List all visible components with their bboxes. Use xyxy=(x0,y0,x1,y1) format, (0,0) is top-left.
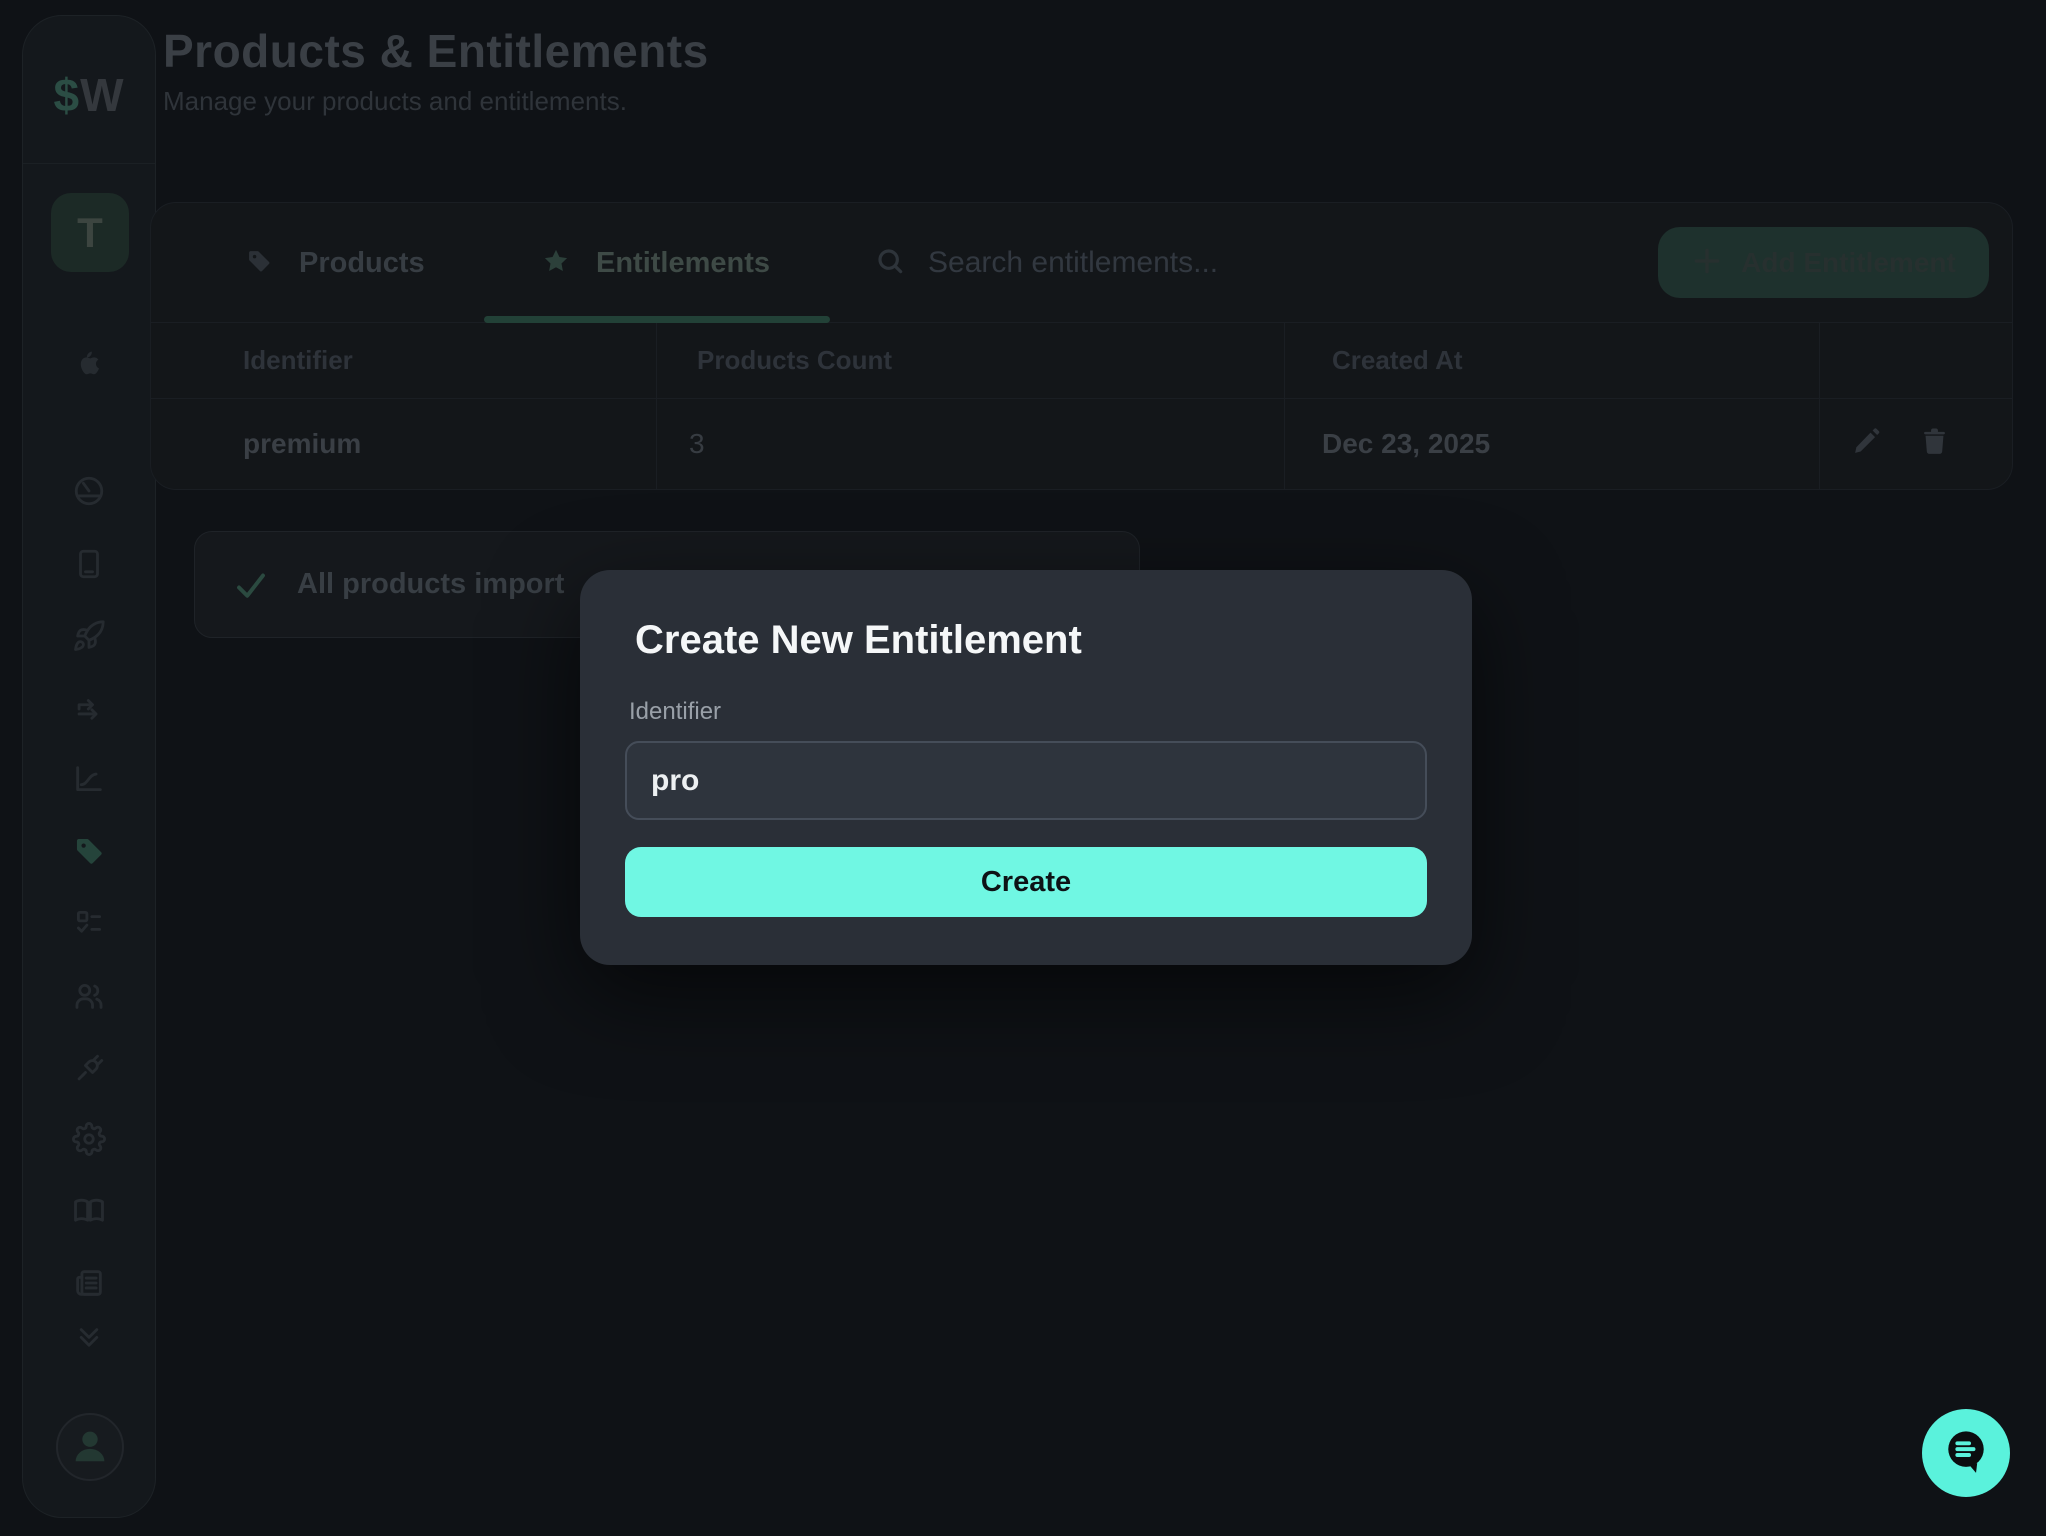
chevrons-down-icon xyxy=(72,1319,106,1358)
workspace-switcher[interactable]: T xyxy=(51,193,129,272)
gear-icon xyxy=(72,1122,106,1161)
tabs-row: Products Entitlements Add Entitlemen xyxy=(151,203,2012,323)
star-icon xyxy=(542,247,570,280)
toast-message: All products import xyxy=(297,532,564,637)
workspace-initial: T xyxy=(77,209,103,257)
sidebar-item-customers[interactable] xyxy=(23,979,155,1018)
sidebar-item-apps[interactable] xyxy=(23,547,155,586)
page-subtitle: Manage your products and entitlements. xyxy=(163,86,627,117)
sidebar-item-launch[interactable] xyxy=(23,619,155,658)
sidebar-item-flows[interactable] xyxy=(23,692,155,731)
search-box xyxy=(874,203,1488,323)
person-icon xyxy=(67,1422,113,1473)
sidebar-item-products[interactable] xyxy=(23,834,155,873)
sidebar-item-integrations[interactable] xyxy=(23,1052,155,1091)
tab-entitlements-label: Entitlements xyxy=(596,247,770,280)
column-divider xyxy=(1284,323,1285,490)
flow-arrows-icon xyxy=(72,692,106,731)
search-icon xyxy=(874,245,906,282)
sidebar-divider xyxy=(23,163,155,164)
modal-title: Create New Entitlement xyxy=(635,618,1082,663)
entitlements-card: Products Entitlements Add Entitlemen xyxy=(150,202,2013,490)
sidebar-scroll-more[interactable] xyxy=(23,1319,155,1358)
identifier-input[interactable] xyxy=(625,741,1427,820)
apple-icon xyxy=(72,346,106,385)
sidebar-item-charts[interactable] xyxy=(23,762,155,801)
checklist-icon xyxy=(72,906,106,945)
add-entitlement-label: Add Entitlement xyxy=(1741,247,1956,279)
edit-icon[interactable] xyxy=(1851,425,1884,463)
chat-bubble-icon xyxy=(1938,1423,1994,1484)
create-button[interactable]: Create xyxy=(625,847,1427,917)
column-header-products-count: Products Count xyxy=(697,323,892,398)
sidebar-item-apple[interactable] xyxy=(23,346,155,385)
app-window: $W T xyxy=(0,0,2046,1536)
sidebar: $W T xyxy=(22,15,156,1518)
cell-identifier: premium xyxy=(243,398,361,490)
chat-widget-button[interactable] xyxy=(1922,1409,2010,1497)
tag-icon xyxy=(245,247,273,280)
tag-icon xyxy=(72,834,106,873)
tab-entitlements[interactable]: Entitlements xyxy=(542,203,770,323)
add-entitlement-button[interactable]: Add Entitlement xyxy=(1658,227,1989,298)
sidebar-item-settings[interactable] xyxy=(23,1122,155,1161)
search-input[interactable] xyxy=(928,246,1488,280)
gauge-icon xyxy=(72,474,106,513)
chart-icon xyxy=(72,762,106,801)
active-tab-underline xyxy=(484,316,830,323)
logo-dollar: $ xyxy=(53,69,80,121)
table-header-border xyxy=(151,398,2012,399)
logo-letter: W xyxy=(80,69,124,121)
tab-products[interactable]: Products xyxy=(245,203,425,323)
sidebar-item-overview[interactable] xyxy=(23,474,155,513)
smartphone-icon xyxy=(72,547,106,586)
page-title: Products & Entitlements xyxy=(163,24,709,78)
sidebar-item-news[interactable] xyxy=(23,1266,155,1305)
user-avatar[interactable] xyxy=(56,1413,124,1481)
plus-icon xyxy=(1691,245,1723,280)
newspaper-icon xyxy=(72,1266,106,1305)
column-header-created-at: Created At xyxy=(1332,323,1463,398)
delete-icon[interactable] xyxy=(1918,425,1951,463)
users-icon xyxy=(72,979,106,1018)
plug-icon xyxy=(72,1052,106,1091)
cell-created-at: Dec 23, 2025 xyxy=(1322,398,1490,490)
column-divider xyxy=(656,323,657,490)
sidebar-item-checklist[interactable] xyxy=(23,906,155,945)
app-logo: $W xyxy=(23,68,155,122)
sidebar-item-docs[interactable] xyxy=(23,1194,155,1233)
tab-products-label: Products xyxy=(299,247,425,280)
column-divider xyxy=(1819,323,1820,490)
row-actions xyxy=(1851,398,1951,490)
book-icon xyxy=(72,1194,106,1233)
rocket-icon xyxy=(72,619,106,658)
cell-products-count: 3 xyxy=(689,398,705,490)
create-entitlement-modal: Create New Entitlement Identifier Create xyxy=(580,570,1472,965)
identifier-label: Identifier xyxy=(629,698,721,726)
column-header-identifier: Identifier xyxy=(243,323,353,398)
